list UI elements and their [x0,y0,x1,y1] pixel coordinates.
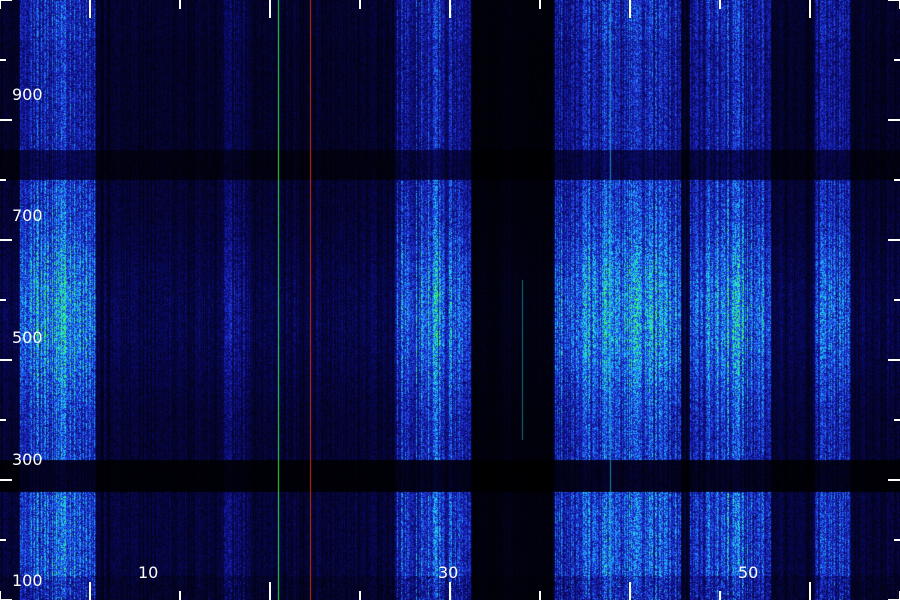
x-tick-label-50: 50 [738,563,758,582]
x-tick-label-30: 30 [438,563,458,582]
tick-marks [0,0,900,600]
y-tick-label-900: 900 [12,85,43,104]
axis-overlay: 900 700 500 300 100 10 30 50 [0,0,900,600]
x-tick-label-10: 10 [138,563,158,582]
y-tick-label-300: 300 [12,450,43,469]
spectrogram-chart: 900 700 500 300 100 10 30 50 [0,0,900,600]
y-tick-label-500: 500 [12,328,43,347]
y-tick-label-100: 100 [12,571,43,590]
y-tick-label-700: 700 [12,206,43,225]
